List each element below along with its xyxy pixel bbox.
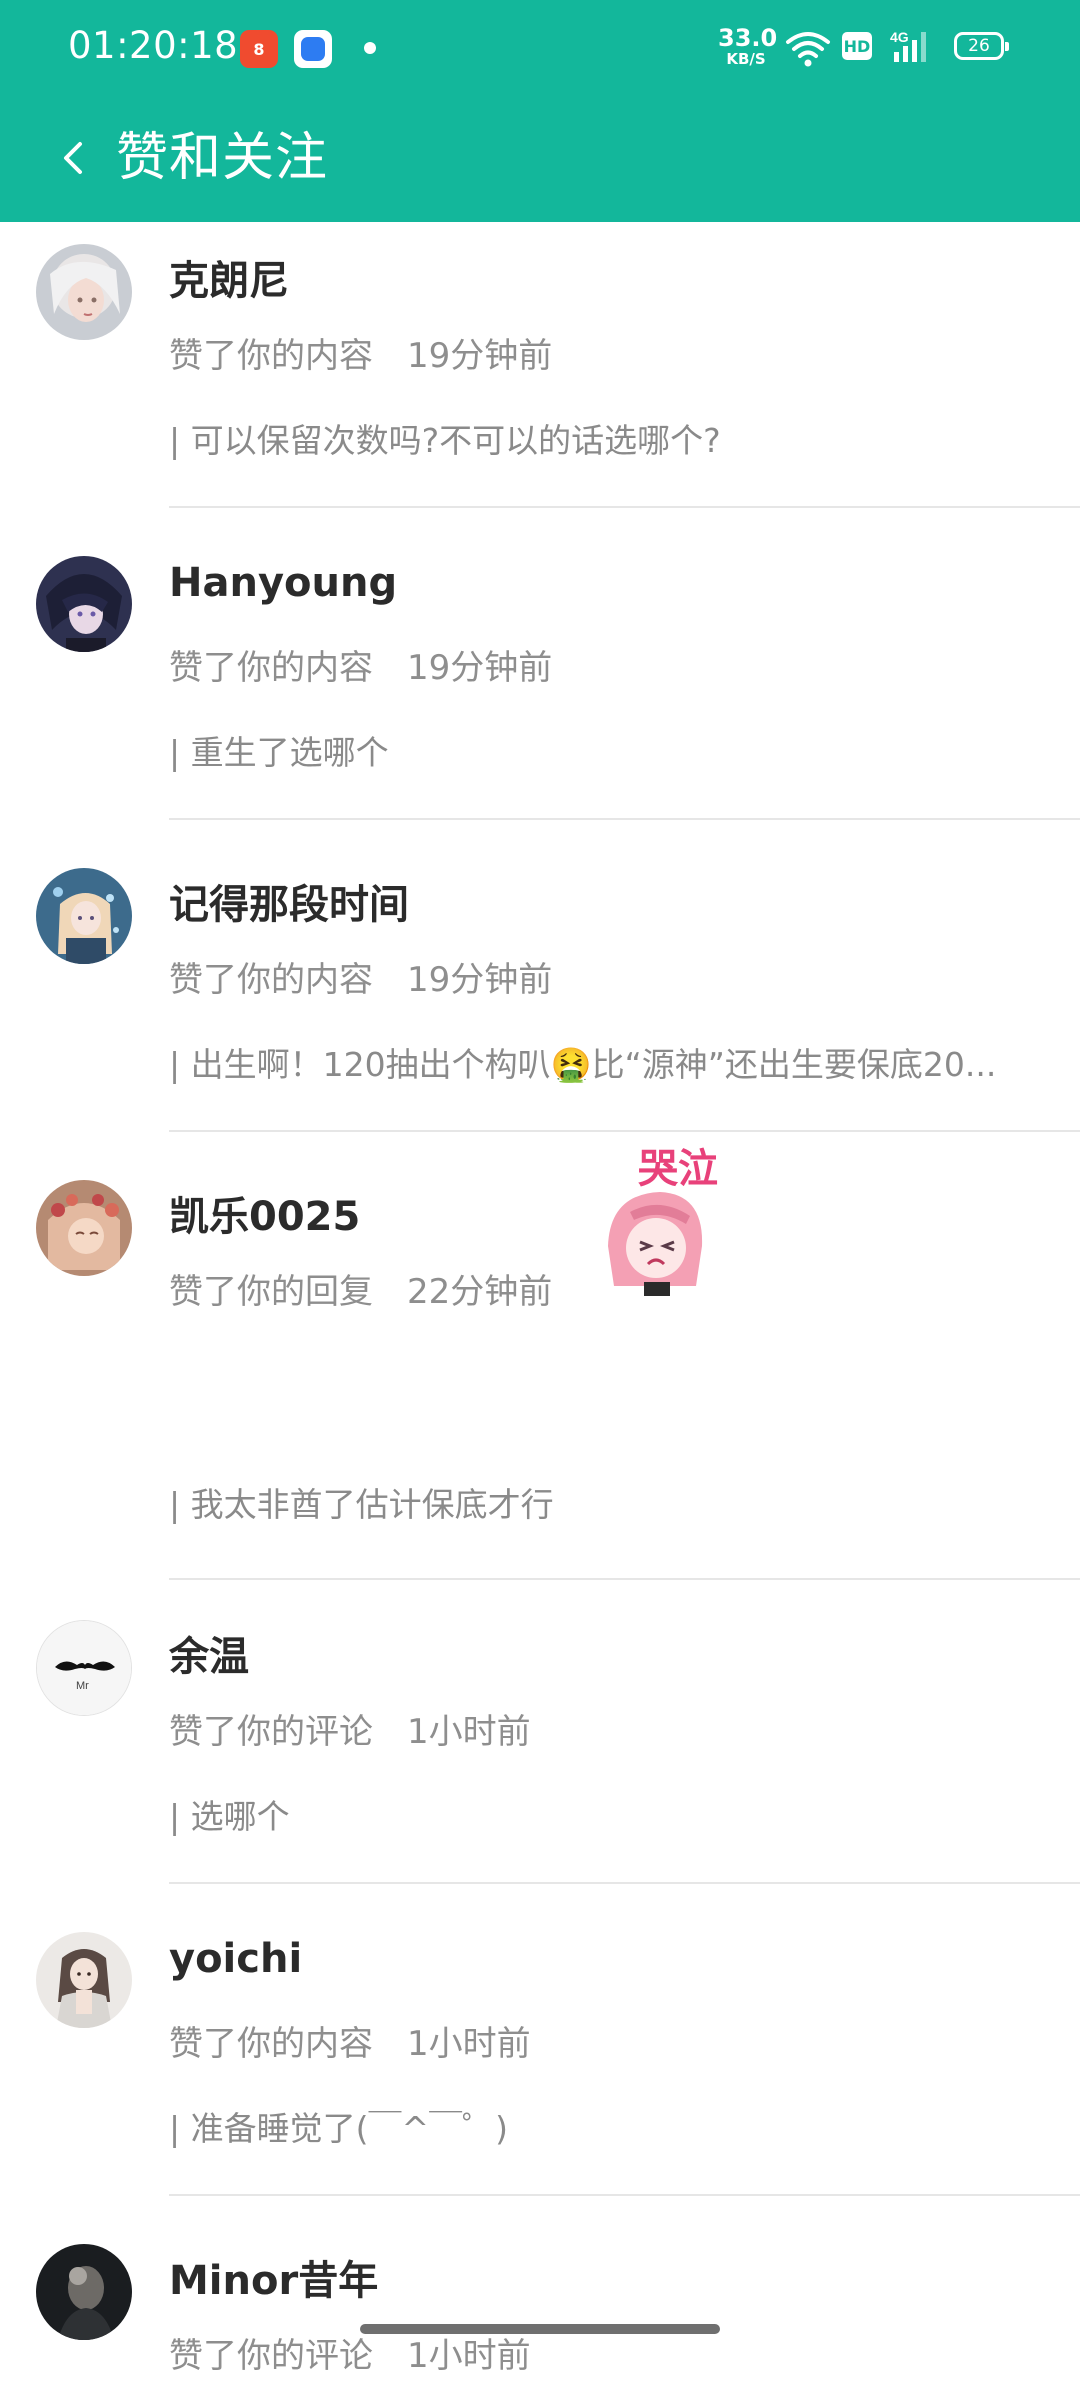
crying-sticker: 哭泣	[590, 1136, 740, 1296]
hd-icon: HD	[842, 32, 872, 60]
user-name[interactable]: 记得那段时间	[169, 872, 409, 930]
user-name[interactable]: Hanyoung	[169, 560, 397, 606]
like-action: 赞了你的内容 19分钟前	[169, 640, 552, 689]
like-action: 赞了你的回复 22分钟前	[169, 1264, 552, 1313]
timestamp: 1小时前	[407, 2336, 531, 2376]
action-text: 赞了你的内容	[169, 960, 373, 1000]
status-time: 01:20:18	[68, 24, 239, 67]
content-preview[interactable]: | 重生了选哪个	[169, 726, 1039, 774]
content-preview[interactable]: | 可以保留次数吗?不可以的话选哪个?	[169, 414, 1039, 462]
page-title: 赞和关注	[116, 128, 329, 188]
action-text: 赞了你的回复	[169, 1272, 373, 1312]
avatar[interactable]	[36, 556, 132, 652]
divider	[169, 2194, 1080, 2196]
timestamp: 1小时前	[407, 1712, 531, 1752]
network-speed-unit: KB/S	[726, 50, 766, 68]
content-preview[interactable]: | 出生啊！120抽出个构叭🤮比“源神”还出生要保底20...	[169, 1038, 1039, 1086]
content-preview[interactable]: | 我太非酋了估计保底才行	[169, 1478, 589, 1526]
user-name[interactable]: Minor昔年	[169, 2248, 378, 2306]
avatar[interactable]	[36, 1932, 132, 2028]
list-item[interactable]: Minor昔年 赞了你的评论 1小时前	[0, 2222, 1080, 2382]
sticker-text: 哭泣	[638, 1146, 718, 1192]
wifi-icon	[786, 32, 830, 67]
list-item[interactable]: 凯乐0025 赞了你的回复 22分钟前 | 我太非酋了估计保底才行	[0, 1158, 1080, 1598]
app-notification-icon-2	[294, 30, 332, 68]
divider	[169, 818, 1080, 820]
timestamp: 19分钟前	[407, 960, 553, 1000]
timestamp: 22分钟前	[407, 1272, 553, 1312]
user-name[interactable]: 克朗尼	[169, 248, 289, 306]
like-action: 赞了你的内容 1小时前	[169, 2016, 531, 2065]
avatar[interactable]	[36, 2244, 132, 2340]
avatar[interactable]	[36, 1180, 132, 1276]
list-item[interactable]: Hanyoung 赞了你的内容 19分钟前 | 重生了选哪个	[0, 534, 1080, 846]
status-bar: 01:20:18 8 33.0 KB/S HD 4G 26	[0, 0, 1080, 96]
chevron-left-icon	[64, 142, 82, 174]
list-item[interactable]: Mr 余温 赞了你的评论 1小时前 | 选哪个	[0, 1598, 1080, 1910]
like-action: 赞了你的内容 19分钟前	[169, 328, 552, 377]
divider	[169, 506, 1080, 508]
content-preview[interactable]: | 准备睡觉了(￣^￣゜)	[169, 2102, 1039, 2150]
timestamp: 19分钟前	[407, 336, 553, 376]
divider	[169, 1130, 1080, 1132]
list-item[interactable]: yoichi 赞了你的内容 1小时前 | 准备睡觉了(￣^￣゜)	[0, 1910, 1080, 2222]
list-item[interactable]: 克朗尼 赞了你的内容 19分钟前 | 可以保留次数吗?不可以的话选哪个?	[0, 222, 1080, 534]
avatar[interactable]: Mr	[36, 1620, 132, 1716]
network-speed-value: 33.0	[718, 24, 778, 52]
avatar-text: Mr	[76, 1680, 89, 1692]
content-preview[interactable]: | 选哪个	[169, 1790, 1039, 1838]
like-action: 赞了你的评论 1小时前	[169, 2328, 531, 2377]
header: 赞和关注	[0, 96, 1080, 222]
list-item[interactable]: 记得那段时间 赞了你的内容 19分钟前 | 出生啊！120抽出个构叭🤮比“源神”还…	[0, 846, 1080, 1158]
action-text: 赞了你的内容	[169, 2024, 373, 2064]
notification-list: 克朗尼 赞了你的内容 19分钟前 | 可以保留次数吗?不可以的话选哪个? Hany…	[0, 222, 1080, 2382]
home-indicator[interactable]	[360, 2324, 720, 2334]
user-name[interactable]: 余温	[169, 1624, 249, 1682]
timestamp: 19分钟前	[407, 648, 553, 688]
user-name[interactable]: 凯乐0025	[169, 1184, 360, 1242]
back-button[interactable]	[34, 118, 114, 198]
like-action: 赞了你的内容 19分钟前	[169, 952, 552, 1001]
cellular-signal-icon: 4G	[890, 29, 926, 62]
user-name[interactable]: yoichi	[169, 1936, 302, 1982]
more-notifications-dot	[364, 42, 376, 54]
action-text: 赞了你的内容	[169, 648, 373, 688]
avatar[interactable]	[36, 868, 132, 964]
avatar[interactable]	[36, 244, 132, 340]
action-text: 赞了你的内容	[169, 336, 373, 376]
divider	[169, 1578, 1080, 1580]
app-notification-icon: 8	[240, 30, 278, 68]
action-text: 赞了你的评论	[169, 1712, 373, 1752]
timestamp: 1小时前	[407, 2024, 531, 2064]
action-text: 赞了你的评论	[169, 2336, 373, 2376]
divider	[169, 1882, 1080, 1884]
network-speed: 33.0 KB/S	[718, 24, 778, 68]
battery-icon: 26	[954, 32, 1009, 60]
like-action: 赞了你的评论 1小时前	[169, 1704, 531, 1753]
svg-text:4G: 4G	[890, 29, 909, 45]
